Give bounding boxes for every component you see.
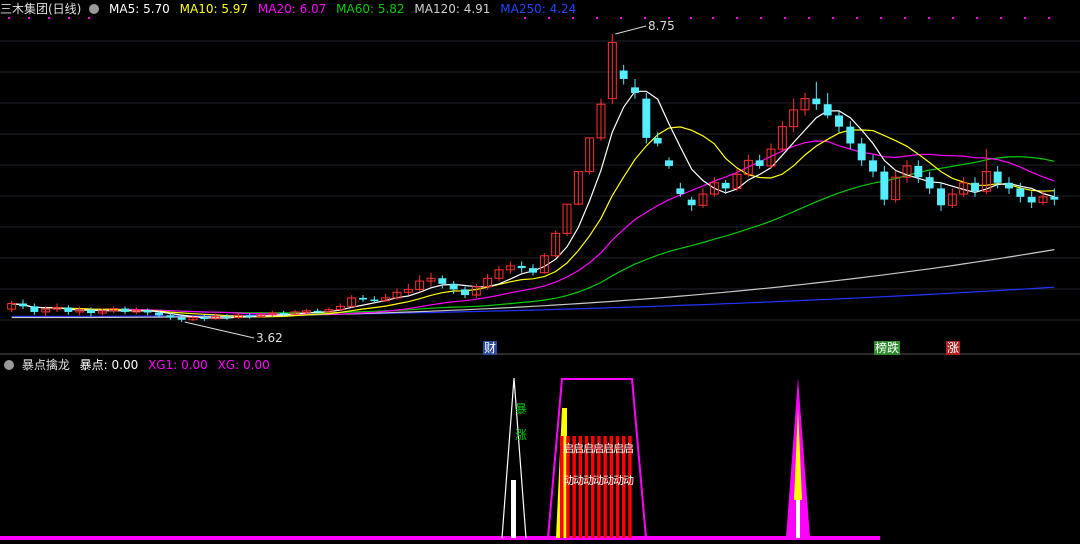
event-tag-rank-drop[interactable]: 榜跌 bbox=[874, 341, 901, 355]
indicator-text-dong-row: 动动动动动动动 bbox=[563, 474, 634, 487]
candle-body-down bbox=[971, 182, 979, 192]
low-price-label: 3.62 bbox=[256, 331, 283, 345]
signal-dot bbox=[760, 17, 762, 19]
candle-body-down bbox=[914, 165, 923, 178]
signal-dot bbox=[832, 17, 834, 19]
high-price-label: 8.75 bbox=[648, 19, 675, 33]
signal-dot bbox=[644, 17, 646, 19]
indicator-text-zhang: 涨 bbox=[515, 428, 528, 442]
candle-body-down bbox=[438, 278, 447, 284]
signal-dot bbox=[712, 17, 714, 19]
signal-dot bbox=[736, 17, 738, 19]
candle-body-down bbox=[529, 268, 537, 273]
candle-body-down bbox=[880, 171, 889, 200]
signal-dot bbox=[548, 17, 550, 19]
signal-dot bbox=[48, 17, 50, 19]
candle-body-down bbox=[155, 312, 163, 316]
signal-dot bbox=[68, 17, 70, 19]
stock-chart[interactable]: 8.75 3.62 bbox=[0, 0, 1080, 544]
signal-dot bbox=[8, 17, 10, 19]
candle-body-down bbox=[925, 177, 934, 189]
candle-body-down bbox=[1050, 196, 1059, 200]
indicator-text-bao: 暴 bbox=[515, 402, 528, 416]
ma5-line bbox=[11, 90, 1055, 319]
candle-body-down bbox=[823, 104, 832, 116]
candle-body-down bbox=[642, 98, 651, 138]
indicator-bar-white bbox=[511, 480, 516, 538]
signal-dot bbox=[784, 17, 786, 19]
event-tag-rise[interactable]: 涨 bbox=[946, 341, 961, 355]
candle-body-down bbox=[653, 137, 662, 144]
ma120-line bbox=[11, 249, 1055, 319]
candle-body-down bbox=[1027, 196, 1036, 203]
candle-body-down bbox=[721, 182, 730, 189]
candle-body-down bbox=[223, 316, 231, 318]
candle-body-down bbox=[1005, 182, 1013, 189]
candle-body-down bbox=[835, 115, 843, 127]
candle-body-down bbox=[665, 160, 673, 166]
candle-body-down bbox=[846, 126, 855, 144]
candle-body-down bbox=[937, 188, 945, 206]
signal-dot bbox=[572, 17, 574, 19]
indicator-text-qi-row: 启启启启启启启 bbox=[563, 442, 634, 455]
high-marker-line bbox=[615, 25, 647, 35]
candle-body-down bbox=[143, 310, 152, 313]
signal-dot bbox=[904, 17, 906, 19]
candle-body-down bbox=[19, 303, 27, 307]
signal-dot bbox=[524, 17, 526, 19]
ma20-line bbox=[11, 140, 1055, 315]
candle-body-down bbox=[166, 315, 175, 318]
signal-dot bbox=[880, 17, 882, 19]
candle-body-down bbox=[30, 306, 39, 312]
signal-dot bbox=[808, 17, 810, 19]
candle-body-down bbox=[1016, 188, 1025, 197]
indicator-spike-core bbox=[796, 500, 800, 538]
candle-body-down bbox=[359, 297, 367, 300]
event-tag-finance[interactable]: 财 bbox=[483, 341, 498, 355]
candle-body-down bbox=[687, 199, 696, 206]
candle-body-down bbox=[517, 265, 526, 269]
signal-dot bbox=[620, 17, 622, 19]
candle-body-down bbox=[631, 87, 639, 93]
candle-body-down bbox=[755, 160, 764, 166]
candle-body-down bbox=[857, 143, 866, 161]
signal-dot bbox=[28, 17, 30, 19]
candle-body-down bbox=[869, 160, 877, 172]
signal-dot bbox=[690, 17, 692, 19]
signal-dot bbox=[856, 17, 858, 19]
candle-body-down bbox=[121, 308, 129, 312]
candle-body-down bbox=[812, 98, 821, 105]
candle-body-down bbox=[993, 171, 1002, 183]
candle-body-down bbox=[87, 309, 95, 314]
candle-body-down bbox=[370, 299, 379, 302]
signal-dot bbox=[88, 17, 90, 19]
candle-body-down bbox=[449, 283, 458, 290]
low-marker-line bbox=[184, 321, 255, 339]
signal-dot bbox=[976, 17, 978, 19]
signal-dot bbox=[1024, 17, 1026, 19]
candle-body-down bbox=[177, 317, 186, 320]
candle-body-down bbox=[245, 315, 254, 317]
candle-body-down bbox=[200, 317, 209, 320]
candle-body-down bbox=[313, 310, 322, 313]
signal-dot bbox=[1000, 17, 1002, 19]
candle-body-down bbox=[279, 313, 288, 315]
candle-body-down bbox=[64, 307, 73, 312]
candle-body-down bbox=[619, 70, 628, 79]
signal-dot bbox=[1048, 17, 1050, 19]
signal-dot bbox=[928, 17, 930, 19]
signal-dot bbox=[952, 17, 954, 19]
signal-dot bbox=[596, 17, 598, 19]
candle-body-down bbox=[461, 289, 469, 296]
candle-body-down bbox=[676, 188, 685, 195]
